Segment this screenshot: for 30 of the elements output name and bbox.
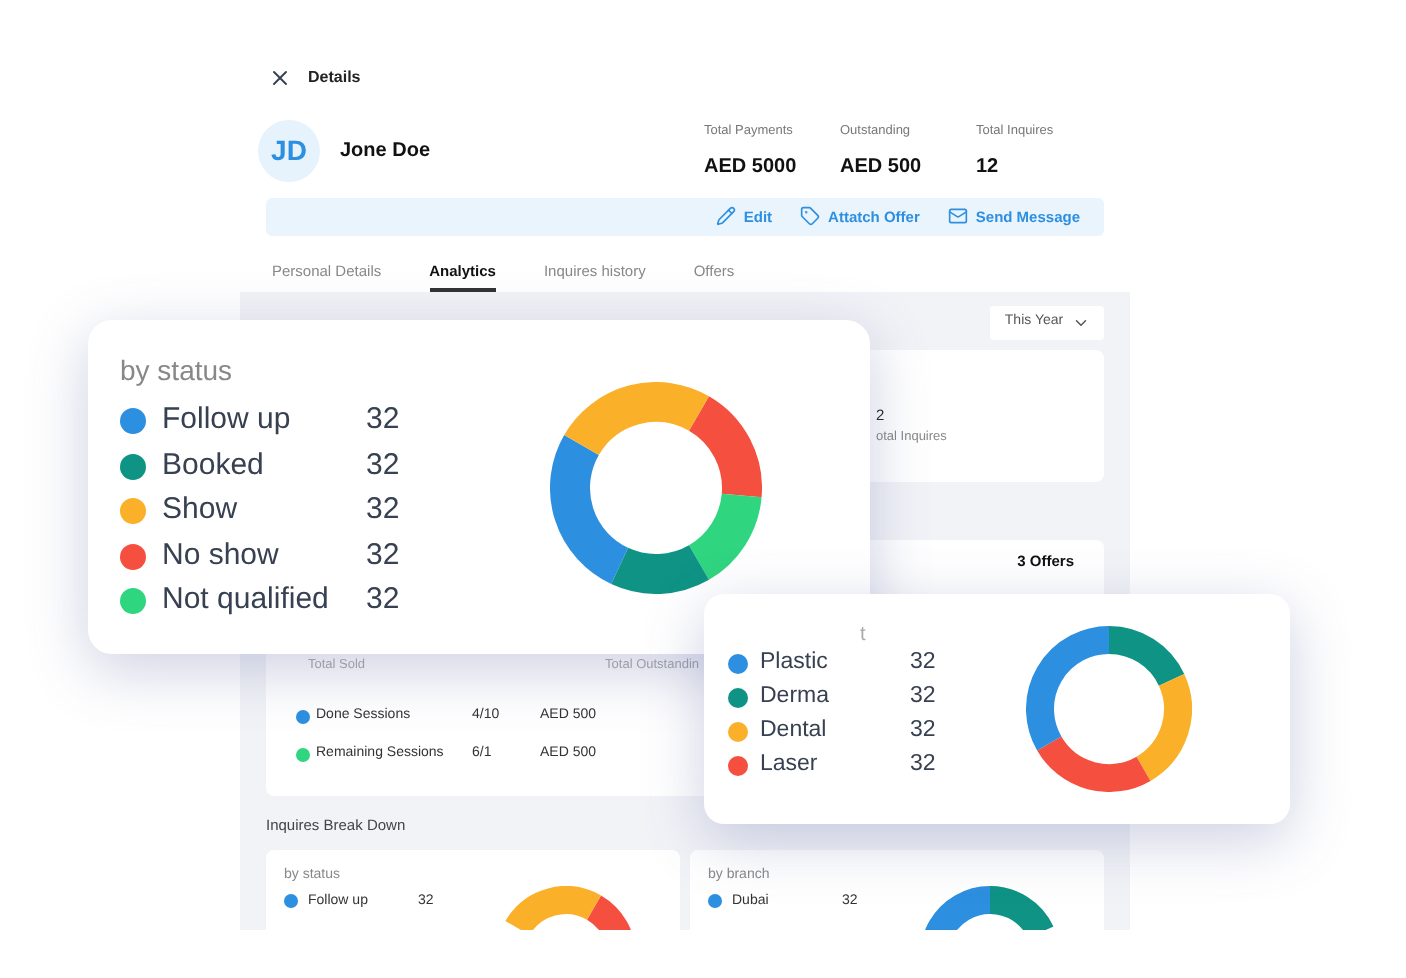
stat-value: AED 500: [840, 153, 924, 182]
stat-value: AED 5000: [704, 153, 799, 182]
legend-value: 32: [366, 445, 400, 486]
edit-icon: [715, 206, 736, 227]
avatar: JD: [258, 120, 320, 183]
legend-label: No show: [162, 535, 281, 576]
legend-label: Not qualified: [162, 580, 331, 621]
legend-label: Plastic: [760, 648, 830, 679]
legend-value: 32: [910, 716, 936, 747]
legend-value: 32: [366, 580, 400, 621]
legend-label: Follow up: [162, 400, 293, 441]
legend-label: Booked: [162, 445, 266, 486]
legend-value: 32: [366, 400, 400, 441]
message-icon: [947, 206, 968, 227]
offer-icon: [800, 206, 821, 227]
legend-value: 32: [910, 648, 936, 679]
legend-value: 32: [366, 490, 400, 531]
close-icon[interactable]: [268, 66, 292, 91]
legend-label: Show: [162, 490, 240, 531]
popup-title: by status: [120, 352, 235, 391]
legend-value: 32: [366, 535, 400, 576]
legend-label: Dental: [760, 716, 829, 747]
legend-value: 32: [910, 750, 936, 781]
legend-value: 32: [910, 682, 936, 713]
panel-title: Details: [308, 66, 361, 91]
popup-title: t: [860, 623, 866, 647]
legend-label: Laser: [760, 750, 820, 781]
customer-name: Jone Doe: [340, 138, 431, 167]
stat-value: 12: [976, 153, 1001, 182]
legend-label: Derma: [760, 682, 832, 713]
